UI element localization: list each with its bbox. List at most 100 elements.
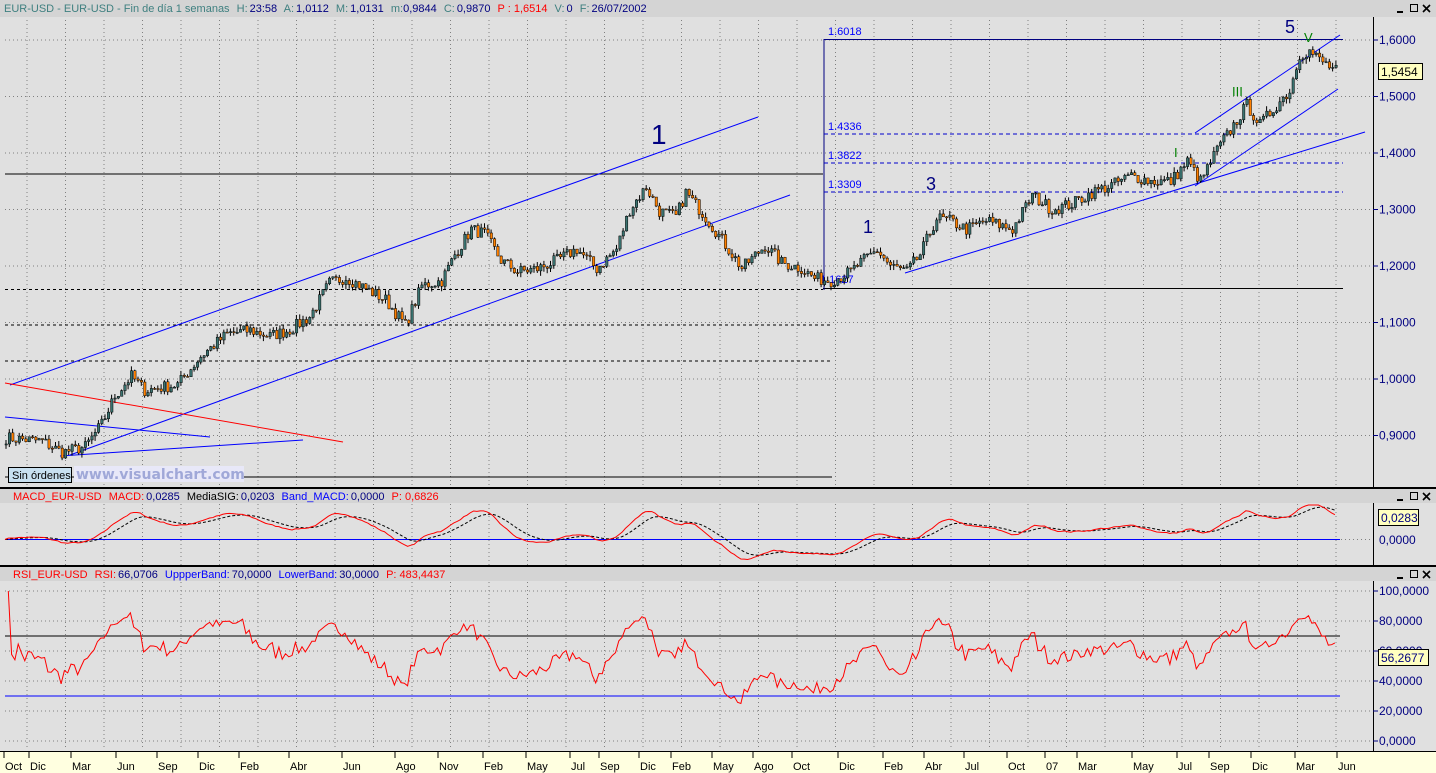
candle-body: [582, 252, 586, 256]
macd-value: 0,0285: [146, 491, 180, 503]
candle-body: [941, 213, 945, 218]
candle-body: [466, 233, 470, 240]
minimize-button[interactable]: [1395, 491, 1406, 502]
candle-body: [489, 232, 493, 240]
candle-body: [192, 366, 196, 370]
candle-body: [1136, 175, 1140, 183]
maximize-button[interactable]: [1408, 3, 1419, 14]
candle-body: [87, 439, 91, 442]
candle: [677, 201, 681, 216]
candle-body: [780, 257, 784, 264]
maximize-button[interactable]: [1408, 491, 1419, 502]
candle-body: [889, 261, 893, 266]
fib-label: 1.3309: [828, 179, 862, 191]
candle-body: [1116, 177, 1120, 182]
candle-body: [895, 264, 899, 267]
candle: [793, 264, 797, 270]
macd-p-value: P: 0,6826: [392, 491, 439, 503]
candle-body: [974, 222, 978, 224]
date-label: Sep: [1210, 761, 1230, 773]
candle-body: [1073, 196, 1077, 208]
candle: [209, 345, 213, 352]
candle-body: [1034, 192, 1038, 195]
candle-body: [720, 233, 724, 236]
candle-body: [64, 449, 68, 459]
close-button[interactable]: [1421, 3, 1432, 14]
candle-body: [839, 278, 843, 282]
candle-body: [470, 226, 473, 240]
close-button[interactable]: [1421, 569, 1432, 580]
candle-body: [1149, 179, 1153, 184]
candle-body: [823, 280, 827, 285]
candle-body: [262, 334, 266, 337]
candle-body: [1017, 221, 1021, 223]
candle-body: [44, 438, 48, 441]
candle-body: [1275, 110, 1279, 113]
candle-body: [440, 280, 444, 287]
candle-body: [1281, 96, 1285, 103]
candle-body: [1202, 174, 1206, 177]
candle-body: [351, 284, 355, 288]
candle-body: [918, 254, 922, 260]
candle-body: [747, 258, 751, 264]
candle: [512, 267, 516, 274]
candle-body: [1090, 192, 1094, 199]
minimize-button[interactable]: [1395, 3, 1406, 14]
upper-band-value: 70,0000: [232, 569, 272, 581]
candle-body: [1060, 204, 1064, 214]
candle-body: [875, 251, 879, 254]
candle-body: [549, 265, 553, 269]
band-value: 0,0000: [351, 491, 385, 503]
candle-body: [658, 205, 662, 217]
candle-body: [1110, 182, 1114, 189]
candle-body: [146, 392, 150, 397]
candle-body: [308, 317, 312, 324]
rsi-last-value: 56,2677: [1381, 651, 1425, 665]
candle: [417, 283, 421, 309]
candle-body: [1248, 99, 1252, 116]
candle-body: [314, 309, 318, 312]
candle-body: [1130, 172, 1133, 175]
candle-body: [252, 327, 256, 335]
candle-body: [631, 207, 635, 216]
date-label: Jun: [117, 761, 135, 773]
candle-body: [1314, 52, 1318, 55]
candle-body: [1087, 192, 1091, 202]
candle-body: [219, 336, 223, 341]
candle-body: [691, 195, 695, 199]
date-label: Jun: [1338, 761, 1356, 773]
candle-body: [1242, 104, 1246, 121]
candle-body: [872, 251, 876, 254]
candle-body: [331, 276, 335, 279]
date-label: Feb: [672, 761, 691, 773]
candle-body: [1024, 202, 1028, 208]
candle-body: [1265, 110, 1269, 117]
candle-body: [1301, 58, 1305, 61]
m-label: M:: [336, 3, 348, 15]
lower-band-label: LowerBand:: [279, 569, 338, 581]
minimize-button[interactable]: [1395, 569, 1406, 580]
candle-body: [763, 249, 767, 252]
maximize-button[interactable]: [1408, 569, 1419, 580]
candle: [836, 278, 840, 287]
candle-body: [1229, 130, 1232, 135]
candle-body: [1252, 115, 1256, 121]
candle-body: [232, 331, 236, 333]
close-button[interactable]: [1421, 491, 1432, 502]
candle-body: [437, 280, 440, 287]
candle-body: [1057, 209, 1061, 214]
candle-body: [338, 277, 341, 283]
candle-body: [1199, 175, 1203, 182]
candle-body: [394, 308, 398, 320]
date-label: Oct: [1008, 761, 1025, 773]
candle-body: [879, 251, 883, 256]
candle-body: [80, 447, 84, 454]
rsi-axis-label: 100,0000: [1379, 584, 1429, 598]
candle-body: [651, 196, 655, 198]
candle-body: [159, 388, 163, 392]
candle-body: [1219, 141, 1223, 147]
candle-body: [74, 444, 77, 447]
candle-body: [70, 444, 74, 452]
date-label: Feb: [240, 761, 259, 773]
candle-body: [978, 220, 982, 224]
